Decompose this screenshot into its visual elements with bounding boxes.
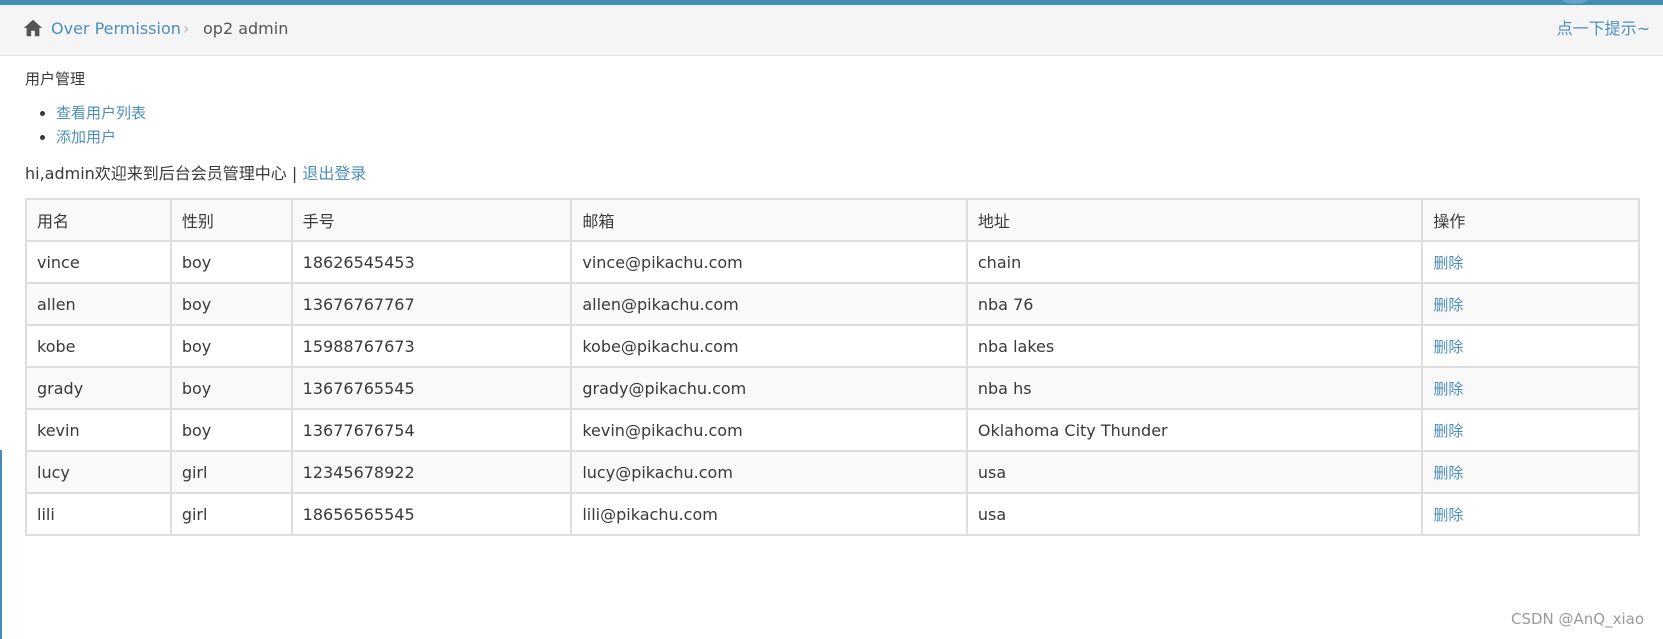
cell-email: kobe@pikachu.com	[570, 324, 968, 368]
delete-link[interactable]: 删除	[1433, 506, 1463, 524]
cell-address: usa	[965, 492, 1424, 536]
cell-sex: girl	[169, 492, 293, 536]
table-row: lucy girl 12345678922 lucy@pikachu.com u…	[25, 450, 1640, 494]
cell-action: 删除	[1421, 492, 1640, 536]
cell-address: nba 76	[965, 282, 1424, 326]
welcome-line: hi,admin欢迎来到后台会员管理中心 | 退出登录	[25, 163, 366, 185]
view-user-list-link[interactable]: 查看用户列表	[56, 104, 146, 122]
welcome-text: hi,admin欢迎来到后台会员管理中心	[25, 164, 287, 183]
breadcrumb: Over Permission › op2 admin 点一下提示~	[0, 5, 1663, 56]
column-header-name: 用名	[25, 198, 172, 242]
breadcrumb-separator: ›	[183, 19, 190, 38]
breadcrumb-current: op2 admin	[203, 19, 289, 38]
cell-name: lili	[25, 492, 172, 536]
cell-action: 删除	[1421, 324, 1640, 368]
section-title: 用户管理	[25, 70, 86, 88]
delete-link[interactable]: 删除	[1433, 380, 1463, 398]
welcome-separator: |	[286, 164, 303, 183]
delete-link[interactable]: 删除	[1433, 338, 1463, 356]
cell-sex: boy	[169, 408, 293, 452]
column-header-action: 操作	[1421, 198, 1640, 242]
cell-email: lili@pikachu.com	[570, 492, 968, 536]
cell-phone: 15988767673	[290, 324, 573, 368]
cell-sex: boy	[169, 240, 293, 284]
table-row: kevin boy 13677676754 kevin@pikachu.com …	[25, 408, 1640, 452]
cell-address: Oklahoma City Thunder	[965, 408, 1424, 452]
watermark: CSDN @AnQ_xiao	[1510, 610, 1644, 628]
cell-action: 删除	[1421, 450, 1640, 494]
cell-name: allen	[25, 282, 172, 326]
nav-item-user-list: 查看用户列表	[56, 101, 146, 125]
column-header-address: 地址	[965, 198, 1424, 242]
user-table: 用名 性别 手号 邮箱 地址 操作 vince boy 18626545453 …	[25, 198, 1640, 536]
delete-link[interactable]: 删除	[1433, 296, 1463, 314]
cell-phone: 18626545453	[290, 240, 573, 284]
cell-phone: 13676767767	[290, 282, 573, 326]
cell-email: vince@pikachu.com	[570, 240, 968, 284]
cell-phone: 13676765545	[290, 366, 573, 410]
table-row: kobe boy 15988767673 kobe@pikachu.com nb…	[25, 324, 1640, 368]
cell-name: grady	[25, 366, 172, 410]
column-header-email: 邮箱	[570, 198, 968, 242]
cell-name: vince	[25, 240, 172, 284]
cell-address: nba hs	[965, 366, 1424, 410]
cell-action: 删除	[1421, 282, 1640, 326]
cell-email: kevin@pikachu.com	[570, 408, 968, 452]
nav-item-add-user: 添加用户	[56, 125, 146, 149]
breadcrumb-link-over-permission[interactable]: Over Permission	[51, 18, 181, 40]
cell-address: nba lakes	[965, 324, 1424, 368]
user-management-nav: 查看用户列表 添加用户	[25, 101, 146, 149]
cell-action: 删除	[1421, 240, 1640, 284]
column-header-phone: 手号	[290, 198, 573, 242]
delete-link[interactable]: 删除	[1433, 422, 1463, 440]
cell-email: grady@pikachu.com	[570, 366, 968, 410]
cell-phone: 18656565545	[290, 492, 573, 536]
cell-address: chain	[965, 240, 1424, 284]
cell-action: 删除	[1421, 408, 1640, 452]
cell-sex: boy	[169, 282, 293, 326]
hint-link[interactable]: 点一下提示~	[1557, 18, 1650, 40]
cell-phone: 12345678922	[290, 450, 573, 494]
delete-link[interactable]: 删除	[1433, 254, 1463, 272]
cell-action: 删除	[1421, 366, 1640, 410]
top-bar-avatar-edge	[1562, 0, 1588, 4]
cell-sex: boy	[169, 366, 293, 410]
cell-name: kevin	[25, 408, 172, 452]
add-user-link[interactable]: 添加用户	[56, 128, 116, 146]
cell-address: usa	[965, 450, 1424, 494]
table-row: vince boy 18626545453 vince@pikachu.com …	[25, 240, 1640, 284]
table-row: allen boy 13676767767 allen@pikachu.com …	[25, 282, 1640, 326]
cell-sex: boy	[169, 324, 293, 368]
cell-phone: 13677676754	[290, 408, 573, 452]
left-accent-edge	[0, 450, 2, 639]
cell-name: kobe	[25, 324, 172, 368]
cell-email: lucy@pikachu.com	[570, 450, 968, 494]
cell-name: lucy	[25, 450, 172, 494]
home-icon[interactable]	[22, 17, 44, 39]
logout-link[interactable]: 退出登录	[302, 164, 366, 183]
cell-email: allen@pikachu.com	[570, 282, 968, 326]
column-header-sex: 性别	[169, 198, 293, 242]
cell-sex: girl	[169, 450, 293, 494]
delete-link[interactable]: 删除	[1433, 464, 1463, 482]
table-row: grady boy 13676765545 grady@pikachu.com …	[25, 366, 1640, 410]
table-header-row: 用名 性别 手号 邮箱 地址 操作	[25, 198, 1640, 242]
table-row: lili girl 18656565545 lili@pikachu.com u…	[25, 492, 1640, 536]
